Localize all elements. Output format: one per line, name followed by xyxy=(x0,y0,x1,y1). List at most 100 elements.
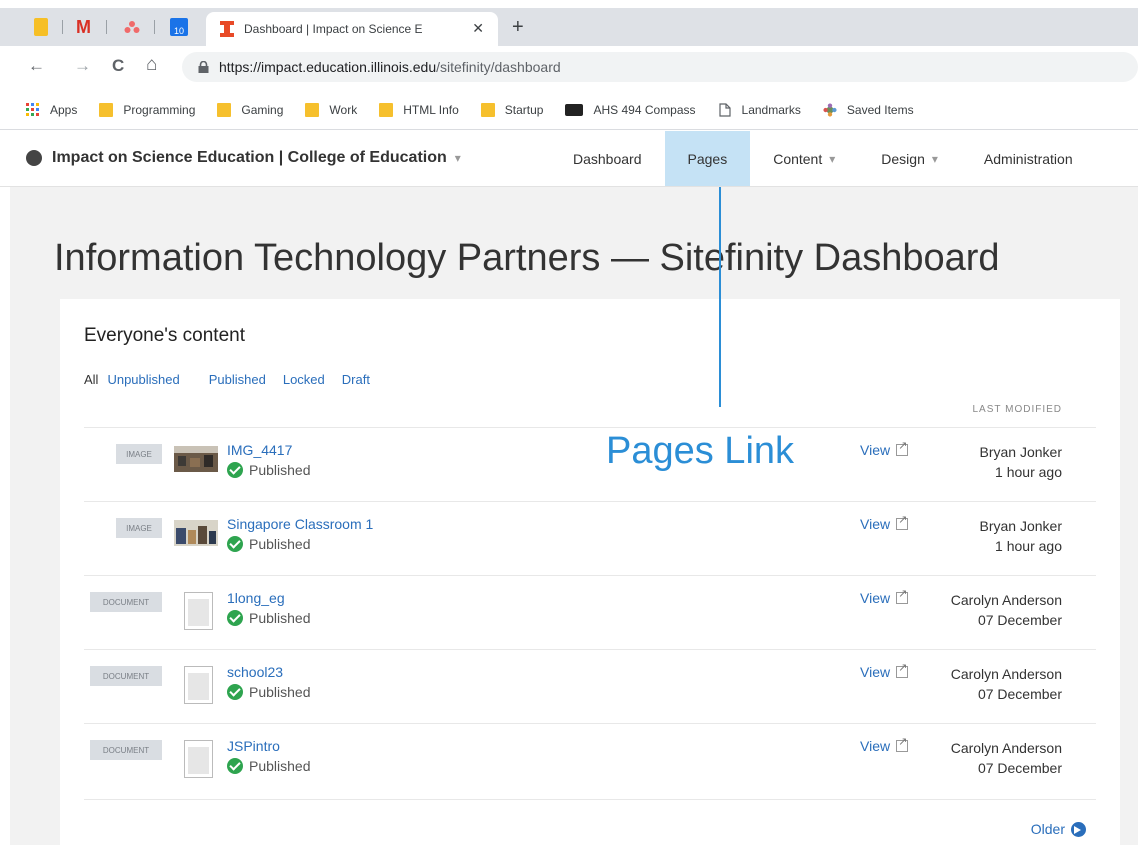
document-icon xyxy=(184,666,213,704)
divider xyxy=(84,799,1096,800)
type-badge: IMAGE xyxy=(116,518,162,538)
author-name: Carolyn Anderson xyxy=(950,666,1062,682)
chevron-down-icon: ▾ xyxy=(829,151,836,166)
view-link[interactable]: View xyxy=(860,513,909,532)
calendar-icon: 10 xyxy=(170,18,188,36)
bookmark-html-info[interactable]: HTML Info xyxy=(379,102,459,117)
tab-dashboard[interactable]: Dashboard | Impact on Science E ✕ xyxy=(206,12,498,46)
nav-administration[interactable]: Administration xyxy=(961,131,1081,186)
modified-time: 07 December xyxy=(977,612,1062,628)
address-bar[interactable]: https://impact.education.illinois.edu/si… xyxy=(182,52,1138,82)
item-title-link[interactable]: 1long_eg xyxy=(227,590,285,606)
everyones-content-panel: Everyone's content All Unpublished Publi… xyxy=(60,299,1120,845)
status-label: Published xyxy=(249,758,311,774)
lock-icon xyxy=(198,61,209,73)
modified-time: 1 hour ago xyxy=(995,464,1062,480)
nav-pages[interactable]: Pages xyxy=(664,131,751,186)
older-button[interactable]: Older xyxy=(1031,821,1086,837)
view-link[interactable]: View xyxy=(860,661,909,680)
close-icon[interactable]: ✕ xyxy=(472,20,484,37)
back-icon[interactable]: ← xyxy=(28,56,45,76)
image-thumbnail xyxy=(174,520,218,546)
browser-toolbar: ← → C ⌂ https://impact.education.illinoi… xyxy=(0,46,1138,90)
filter-unpublished[interactable]: Unpublished xyxy=(107,372,179,387)
status-badge: Published xyxy=(227,536,311,552)
bookmark-label: AHS 494 Compass xyxy=(593,102,696,117)
arrow-right-circle-icon xyxy=(1071,821,1086,837)
page-icon xyxy=(718,102,731,117)
content-row: IMAGE Singapore Classroom 1 Published Vi… xyxy=(84,501,1096,575)
item-title-link[interactable]: Singapore Classroom 1 xyxy=(227,516,373,532)
folder-icon xyxy=(99,102,114,117)
document-icon xyxy=(184,592,213,630)
nav-label: Design xyxy=(881,150,925,167)
bookmark-landmarks[interactable]: Landmarks xyxy=(718,103,801,117)
view-label: View xyxy=(860,664,891,680)
filter-locked[interactable]: Locked xyxy=(283,372,325,387)
bookmark-work[interactable]: Work xyxy=(305,102,358,117)
check-circle-icon xyxy=(227,610,243,626)
nav-design[interactable]: Design ▾ xyxy=(858,131,961,186)
apps-grid-icon xyxy=(26,102,39,116)
bookmarks-bar: Apps Programming Gaming Work HTML Info S… xyxy=(0,90,1138,130)
status-label: Published xyxy=(249,610,311,626)
folder-icon xyxy=(217,102,232,117)
new-tab-button[interactable]: + xyxy=(512,16,524,39)
site-selector[interactable]: Impact on Science Education | College of… xyxy=(26,149,461,167)
asana-icon xyxy=(124,21,140,33)
bookmark-apps[interactable]: Apps xyxy=(26,102,78,117)
pinned-tab-calendar[interactable]: 10 xyxy=(170,16,188,38)
external-link-icon xyxy=(896,513,909,530)
author-name: Carolyn Anderson xyxy=(950,740,1062,756)
nav-content[interactable]: Content ▾ xyxy=(750,131,858,186)
chevron-down-icon: ▾ xyxy=(454,151,461,165)
bookmark-label: Landmarks xyxy=(741,102,801,117)
item-title-link[interactable]: IMG_4417 xyxy=(227,442,292,458)
filter-draft[interactable]: Draft xyxy=(342,372,370,387)
bookmark-label: HTML Info xyxy=(403,102,459,117)
status-badge: Published xyxy=(227,758,311,774)
filter-published[interactable]: Published xyxy=(209,372,266,387)
nav-dashboard[interactable]: Dashboard xyxy=(550,131,665,186)
view-label: View xyxy=(860,738,891,754)
external-link-icon xyxy=(896,587,909,604)
annotation-label: Pages Link xyxy=(606,430,795,472)
view-label: View xyxy=(860,442,891,458)
reload-icon[interactable]: C xyxy=(112,56,124,76)
bookmark-programming[interactable]: Programming xyxy=(99,102,195,117)
document-icon xyxy=(184,740,213,778)
site-name: Impact on Science Education | College of… xyxy=(52,149,447,166)
tab-title: Dashboard | Impact on Science E xyxy=(244,22,423,36)
browser-tab-strip: M 10 Dashboard | Impact on Science E ✕ + xyxy=(0,8,1138,46)
nav-label: Dashboard xyxy=(573,150,642,167)
nav-label: Content xyxy=(773,150,823,167)
main-nav: Dashboard Pages Content ▾ Design ▾ Admin… xyxy=(550,131,1081,186)
external-link-icon xyxy=(896,661,909,678)
item-title-link[interactable]: JSPintro xyxy=(227,738,280,754)
last-modified-cell: Bryan Jonker 1 hour ago xyxy=(980,516,1062,556)
view-link[interactable]: View xyxy=(860,735,909,754)
pinned-tab-gmail[interactable]: M xyxy=(76,16,91,38)
bookmark-label: Work xyxy=(329,102,358,117)
bookmark-label: Saved Items xyxy=(846,102,914,117)
home-icon[interactable]: ⌂ xyxy=(146,54,157,76)
panel-title: Everyone's content xyxy=(84,325,245,346)
bookmark-ahs-494-compass[interactable]: AHS 494 Compass xyxy=(565,102,696,117)
last-modified-cell: Carolyn Anderson 07 December xyxy=(951,664,1062,704)
filter-all[interactable]: All xyxy=(84,372,98,387)
forward-icon[interactable]: → xyxy=(74,56,91,76)
bookmark-gaming[interactable]: Gaming xyxy=(217,102,283,117)
view-link[interactable]: View xyxy=(860,439,909,458)
bookmark-saved-items[interactable]: Saved Items xyxy=(823,103,914,117)
url-host: https://impact.education.illinois.edu xyxy=(219,59,437,75)
bookmark-startup[interactable]: Startup xyxy=(480,102,543,117)
sitefinity-header: Impact on Science Education | College of… xyxy=(0,131,1138,187)
bookmark-label: Apps xyxy=(50,102,78,117)
view-link[interactable]: View xyxy=(860,587,909,606)
pinned-tab-keep[interactable] xyxy=(34,16,48,38)
check-circle-icon xyxy=(227,462,243,478)
pinned-tab-asana[interactable] xyxy=(124,16,140,38)
item-title-link[interactable]: school23 xyxy=(227,664,283,680)
status-label: Published xyxy=(249,684,311,700)
compass-bb-icon xyxy=(565,103,584,116)
